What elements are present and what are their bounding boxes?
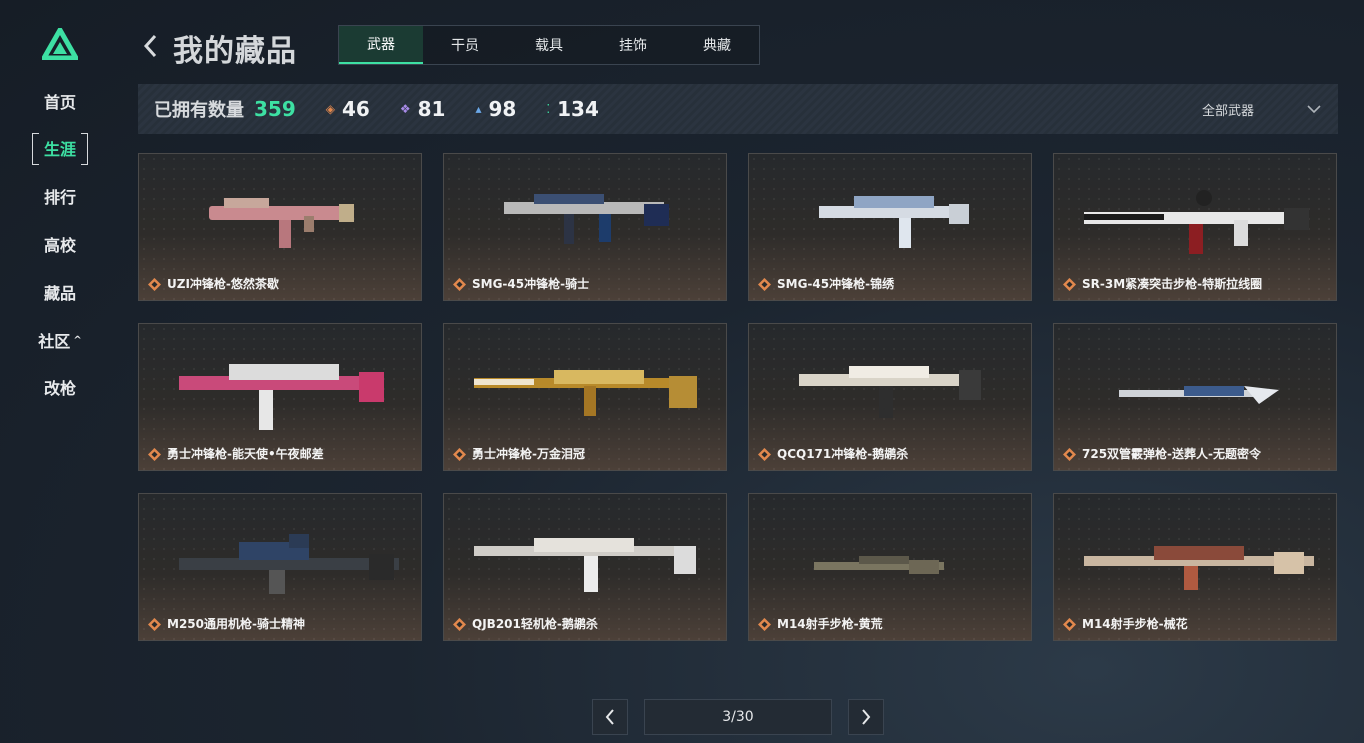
rarity-icon (758, 448, 771, 461)
stat-green: ⁚ 134 (546, 97, 599, 121)
weapon-card[interactable]: SMG-45冲锋枪-锦绣 (748, 153, 1032, 301)
owned-count: 359 (254, 97, 296, 121)
weapon-name: QJB201轻机枪-鹅鹕杀 (472, 617, 598, 631)
sidebar-item-career[interactable]: 生涯 (30, 133, 90, 165)
sidebar-item-label: 生涯 (43, 140, 76, 159)
sidebar-item-label: 高校 (43, 236, 76, 255)
sidebar-item-label: 排行 (43, 188, 76, 207)
rarity-icon (148, 278, 161, 291)
weapon-name: M14射手步枪-黄荒 (777, 617, 883, 631)
sidebar-item-label: 改枪 (43, 379, 76, 398)
green-dots-icon: ⁚ (546, 102, 551, 116)
rarity-icon (1063, 278, 1076, 291)
chevron-up-icon: ^ (73, 334, 82, 346)
orange-diamond-icon: ◈ (325, 102, 335, 116)
tab-weapons[interactable]: 武器 (339, 26, 423, 64)
weapon-card[interactable]: QJB201轻机枪-鹅鹕杀 (443, 493, 727, 641)
sidebar-item-college[interactable]: 高校 (30, 229, 90, 259)
owned-label: 已拥有数量 (154, 100, 244, 121)
rarity-icon (453, 618, 466, 631)
weapon-name: SMG-45冲锋枪-骑士 (472, 277, 590, 291)
blue-diamond-icon: ▴ (475, 102, 482, 116)
sidebar-item-ranking[interactable]: 排行 (30, 181, 90, 211)
weapon-card[interactable]: M14射手步枪-黄荒 (748, 493, 1032, 641)
weapon-name: QCQ171冲锋枪-鹅鹕杀 (777, 447, 909, 461)
weapon-card[interactable]: UZI冲锋枪-悠然茶歇 (138, 153, 422, 301)
stat-value: 134 (557, 97, 599, 121)
weapon-name: M14射手步枪-械花 (1082, 617, 1188, 631)
rarity-icon (1063, 448, 1076, 461)
page-title: 我的藏品 (173, 34, 297, 69)
next-page-button[interactable] (848, 699, 884, 735)
chevron-left-icon[interactable] (140, 32, 162, 60)
tab-vehicles[interactable]: 载具 (507, 26, 591, 64)
tab-operators[interactable]: 干员 (423, 26, 507, 64)
chevron-right-icon (862, 709, 871, 725)
sidebar-item-label: 首页 (43, 93, 76, 112)
chevron-down-icon (1307, 105, 1321, 114)
weapon-name: M250通用机枪-骑士精神 (167, 617, 305, 631)
sidebar-item-home[interactable]: 首页 (30, 86, 90, 116)
page-indicator: 3/30 (644, 699, 832, 735)
weapon-card[interactable]: M250通用机枪-骑士精神 (138, 493, 422, 641)
rarity-icon (148, 618, 161, 631)
purple-diamond-icon: ❖ (399, 102, 411, 116)
rarity-icon (1063, 618, 1076, 631)
weapon-name: 勇士冲锋枪-能天使•午夜邮差 (167, 447, 324, 461)
stat-value: 81 (417, 97, 446, 121)
rarity-icon (758, 618, 771, 631)
sidebar-item-collection[interactable]: 藏品 (30, 277, 90, 307)
rarity-icon (758, 278, 771, 291)
weapon-card[interactable]: QCQ171冲锋枪-鹅鹕杀 (748, 323, 1032, 471)
category-tabs: 武器 干员 载具 挂饰 典藏 (338, 25, 760, 65)
weapon-card[interactable]: 725双管霰弹枪-送葬人-无题密令 (1053, 323, 1337, 471)
stat-purple: ❖ 81 (400, 97, 446, 121)
rarity-icon (453, 448, 466, 461)
weapon-name: 725双管霰弹枪-送葬人-无题密令 (1082, 447, 1262, 461)
rarity-icon (148, 448, 161, 461)
stat-orange: ◈ 46 (326, 97, 370, 121)
stat-value: 46 (341, 97, 370, 121)
triangle-logo-icon[interactable] (42, 28, 78, 60)
prev-page-button[interactable] (592, 699, 628, 735)
weapon-name: UZI冲锋枪-悠然茶歇 (167, 277, 279, 291)
sidebar-item-label: 藏品 (43, 284, 76, 303)
sidebar-item-community[interactable]: 社区 ^ (30, 325, 90, 355)
weapon-card[interactable]: 勇士冲锋枪-能天使•午夜邮差 (138, 323, 422, 471)
sidebar-item-label: 社区 (38, 332, 71, 351)
stats-bar: 已拥有数量 359 ◈ 46 ❖ 81 ▴ 98 ⁚ 134 全部武器 (138, 84, 1338, 134)
tab-collector[interactable]: 典藏 (675, 26, 759, 64)
sidebar: 首页 生涯 排行 高校 藏品 社区 ^ 改枪 (0, 0, 120, 743)
rarity-icon (453, 278, 466, 291)
chevron-left-icon (605, 709, 614, 725)
weapon-card[interactable]: SR-3M紧凑突击步枪-特斯拉线圈 (1053, 153, 1337, 301)
weapon-card[interactable]: 勇士冲锋枪-万金泪冠 (443, 323, 727, 471)
tab-charms[interactable]: 挂饰 (591, 26, 675, 64)
weapon-filter-dropdown[interactable]: 全部武器 (1202, 84, 1322, 134)
weapon-name: 勇士冲锋枪-万金泪冠 (472, 447, 585, 461)
filter-label: 全部武器 (1202, 103, 1255, 119)
weapon-name: SR-3M紧凑突击步枪-特斯拉线圈 (1082, 277, 1263, 291)
sidebar-item-gunsmith[interactable]: 改枪 (30, 372, 90, 402)
stat-blue: ▴ 98 (475, 97, 516, 121)
weapon-name: SMG-45冲锋枪-锦绣 (777, 277, 895, 291)
stat-value: 98 (488, 97, 517, 121)
weapon-card[interactable]: SMG-45冲锋枪-骑士 (443, 153, 727, 301)
weapon-card[interactable]: M14射手步枪-械花 (1053, 493, 1337, 641)
